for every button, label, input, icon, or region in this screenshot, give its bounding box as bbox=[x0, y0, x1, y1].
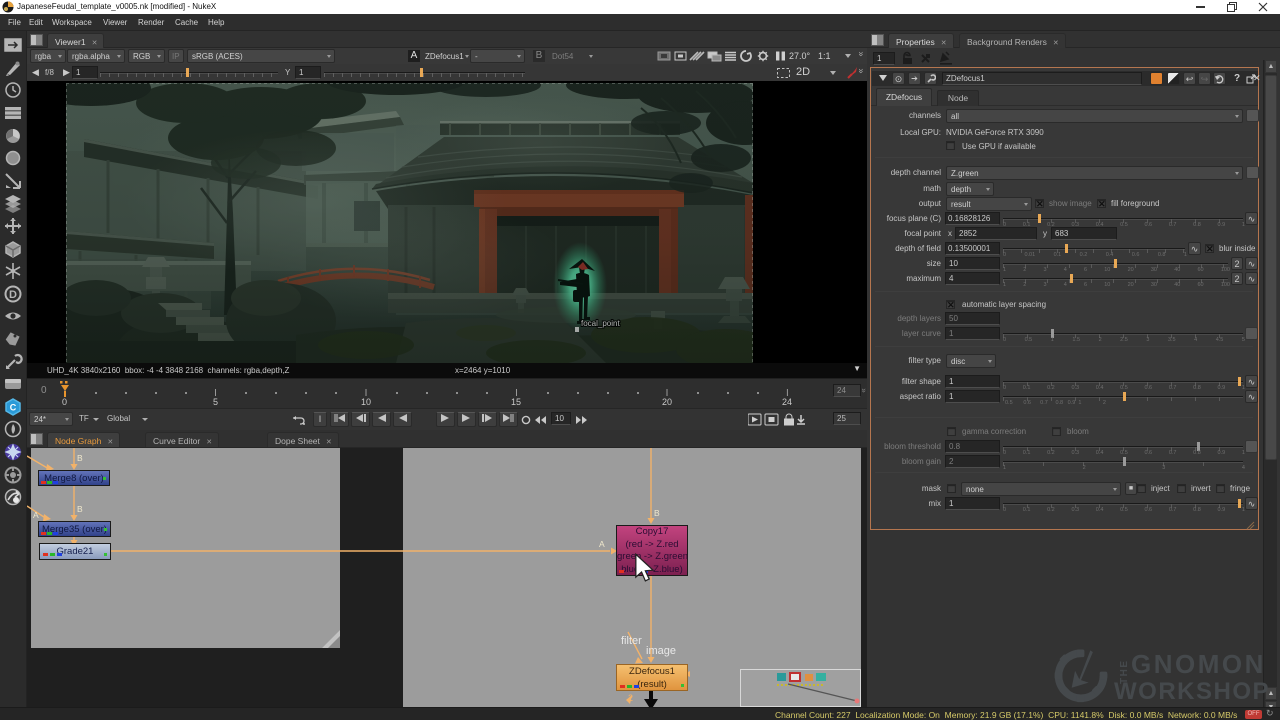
svg-text:24: 24 bbox=[782, 397, 792, 407]
svg-text:5: 5 bbox=[213, 397, 218, 407]
svg-text:A: A bbox=[599, 539, 605, 549]
svg-text:A: A bbox=[33, 510, 39, 520]
svg-text:0: 0 bbox=[62, 397, 67, 407]
svg-text:image: image bbox=[646, 645, 676, 657]
svg-text:B: B bbox=[77, 453, 83, 463]
svg-text:D: D bbox=[9, 289, 17, 301]
svg-text:20: 20 bbox=[662, 397, 672, 407]
svg-text:10: 10 bbox=[361, 397, 371, 407]
svg-text:C: C bbox=[10, 403, 17, 413]
svg-text:B: B bbox=[654, 508, 660, 518]
svg-text:filter: filter bbox=[621, 635, 642, 647]
svg-text:15: 15 bbox=[511, 397, 521, 407]
svg-text:B: B bbox=[77, 504, 83, 514]
svg-text:2: 2 bbox=[628, 693, 633, 703]
